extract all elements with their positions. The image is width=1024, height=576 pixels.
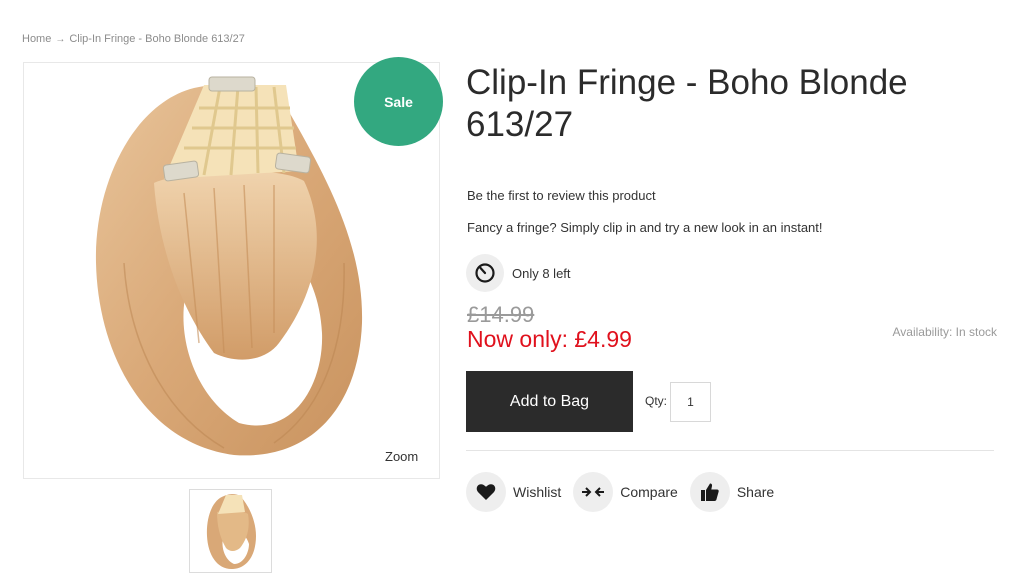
timer-icon: [466, 254, 504, 292]
add-to-bag-button[interactable]: Add to Bag: [466, 371, 633, 432]
share-button[interactable]: Share: [689, 472, 775, 512]
zoom-button[interactable]: Zoom: [385, 449, 418, 464]
compare-button[interactable]: Compare: [573, 472, 678, 512]
review-link[interactable]: Be the first to review this product: [467, 188, 656, 203]
hair-fringe-thumbnail-image: [206, 494, 256, 570]
thumbs-up-icon: [689, 472, 730, 512]
breadcrumb-separator: →: [55, 33, 66, 45]
quantity-input[interactable]: [670, 382, 711, 422]
compare-arrows-icon: [573, 472, 614, 512]
share-label: Share: [736, 484, 775, 500]
old-price: £14.99: [467, 302, 535, 327]
compare-label: Compare: [620, 484, 678, 500]
stock-indicator: Only 8 left: [466, 254, 571, 292]
heart-icon: [466, 472, 506, 512]
sale-badge: Sale: [354, 57, 443, 146]
qty-label: Qty:: [645, 394, 668, 408]
wishlist-button[interactable]: Wishlist: [466, 472, 561, 512]
product-title: Clip-In Fringe - Boho Blonde 613/27: [466, 63, 908, 144]
product-actions: Wishlist Compare Share: [466, 472, 786, 512]
stock-text: Only 8 left: [512, 265, 571, 281]
divider: [466, 450, 994, 451]
product-thumbnail[interactable]: [189, 489, 272, 573]
product-description: Fancy a fringe? Simply clip in and try a…: [467, 220, 823, 235]
breadcrumb-current: Clip-In Fringe - Boho Blonde 613/27: [69, 33, 245, 45]
availability-status: Availability: In stock: [892, 325, 998, 339]
breadcrumb: Home → Clip-In Fringe - Boho Blonde 613/…: [22, 33, 245, 45]
wishlist-label: Wishlist: [513, 484, 562, 500]
breadcrumb-home-link[interactable]: Home: [22, 33, 51, 45]
sale-price: Now only: £4.99: [467, 326, 632, 352]
